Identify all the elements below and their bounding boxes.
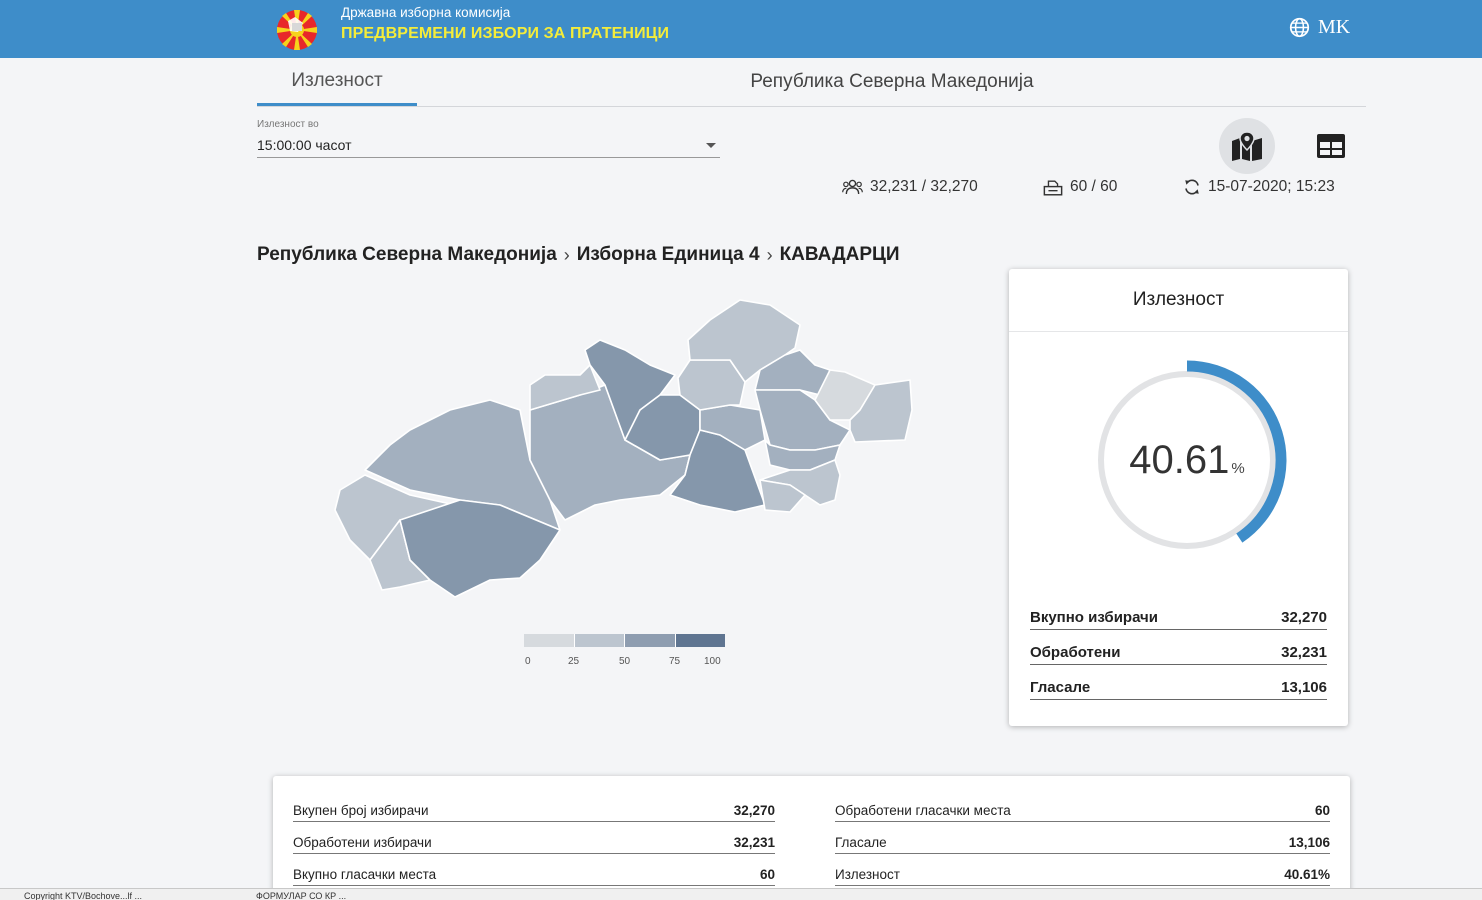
summary-row-processed-stations: Обработени гласачки места 60 [835,800,1330,822]
turnout-select-label: Излезност во [257,119,319,130]
summary-label: Гласале [835,835,887,850]
globe-icon [1289,17,1310,38]
language-switcher[interactable]: MK [1289,16,1350,39]
breadcrumb: Република Северна Македонија › Изборна Е… [257,244,900,266]
turnout-time-select[interactable]: 15:00:00 часот [257,134,720,158]
ballot-box-icon [1043,179,1063,195]
card-row-value: 32,270 [1281,609,1327,626]
org-name: Државна изборна комисија [341,5,511,20]
voters-stat: 32,231 / 32,270 [842,178,978,196]
legend-tick: 50 [619,656,631,667]
tab-turnout[interactable]: Излезност [257,58,417,106]
summary-value: 32,231 [733,835,775,850]
chevron-right-icon: › [563,244,570,265]
turnout-card-title: Излезност [1009,269,1348,332]
table-icon [1317,134,1345,158]
people-icon [842,179,863,195]
legend-swatch [625,634,676,647]
voters-stat-value: 32,231 / 32,270 [870,178,978,195]
legend-tick: 0 [525,656,531,667]
top-bar: Државна изборна комисија ПРЕДВРЕМЕНИ ИЗБ… [0,0,1482,58]
tab-region[interactable]: Република Северна Македонија [677,58,1107,106]
turnout-time-value: 15:00:00 часот [257,137,352,153]
election-name[interactable]: ПРЕДВРЕМЕНИ ИЗБОРИ ЗА ПРАТЕНИЦИ [341,25,669,43]
legend-swatch [574,634,625,647]
summary-value: 13,106 [1288,835,1330,850]
refresh-icon [1185,179,1199,195]
turnout-percent-number: 40.61 [1129,437,1230,482]
sec-emblem-icon[interactable] [268,7,326,51]
legend-tick: 100 [704,656,721,667]
summary-row-total-stations: Вкупно гласачки места 60 [293,864,775,886]
summary-row-voted: Гласале 13,106 [835,832,1330,854]
card-row-label: Обработени [1030,644,1121,661]
breadcrumb-unit[interactable]: Изборна Единица 4 [577,244,760,266]
legend-color-bar [524,634,725,647]
map-view-button[interactable] [1219,118,1275,174]
legend-swatch [675,634,725,647]
card-row-label: Гласале [1030,679,1091,696]
summary-value: 40.61% [1284,867,1330,882]
map-legend: 0 25 50 75 100 [524,634,725,670]
turnout-gauge-value: 40.61 % [1087,360,1287,560]
summary-value: 32,270 [733,803,775,818]
summary-row-turnout: Излезност 40.61% [835,864,1330,886]
updated-stat-value: 15-07-2020; 15:23 [1208,178,1335,195]
card-row-value: 32,231 [1281,644,1327,661]
breadcrumb-country[interactable]: Република Северна Македонија [257,244,557,266]
status-bar-middle-text: ФОРМУЛАР СО КР ... [256,891,347,900]
summary-row-processed-voters: Обработени избирачи 32,231 [293,832,775,854]
legend-tick: 75 [669,656,681,667]
summary-label: Вкупно гласачки места [293,867,437,882]
language-label: MK [1318,16,1351,38]
card-row-value: 13,106 [1281,679,1327,696]
summary-label: Обработени избирачи [293,835,432,850]
summary-label: Вкупен број избирачи [293,803,429,818]
legend-swatch [524,634,575,647]
breadcrumb-municipality: КАВАДАРЦИ [779,244,900,265]
legend-ticks: 0 25 50 75 100 [524,656,725,670]
summary-value: 60 [759,867,775,882]
chevron-right-icon: › [766,244,773,265]
summary-value: 60 [1314,803,1330,818]
stations-stat-value: 60 / 60 [1070,178,1118,195]
summary-panel: Вкупен број избирачи 32,270 Обработени и… [273,776,1350,900]
status-bar-left-text: Copyright KTV/Bochove...lf ... [24,891,143,900]
turnout-card: Излезност 40.61 % Вкупно избирачи 32,270… [1009,269,1348,726]
summary-label: Излезност [835,867,900,882]
card-row-processed: Обработени 32,231 [1030,641,1327,665]
polling-area-map [330,295,920,605]
caret-down-icon [706,143,716,148]
card-row-label: Вкупно избирачи [1030,609,1158,626]
table-view-button[interactable] [1303,118,1359,174]
card-row-voted: Гласале 13,106 [1030,676,1327,700]
legend-tick: 25 [568,656,580,667]
updated-stat: 15-07-2020; 15:23 [1183,178,1335,196]
tab-bar: Излезност Република Северна Македонија [257,58,1366,107]
turnout-percent-unit: % [1231,459,1245,477]
summary-row-total-voters: Вкупен број избирачи 32,270 [293,800,775,822]
summary-label: Обработени гласачки места [835,803,1011,818]
browser-status-bar: Copyright KTV/Bochove...lf ... ФОРМУЛАР … [0,888,1482,900]
map-marker-icon [1232,131,1262,161]
stations-stat: 60 / 60 [1043,178,1117,196]
card-row-total-voters: Вкупно избирачи 32,270 [1030,606,1327,630]
